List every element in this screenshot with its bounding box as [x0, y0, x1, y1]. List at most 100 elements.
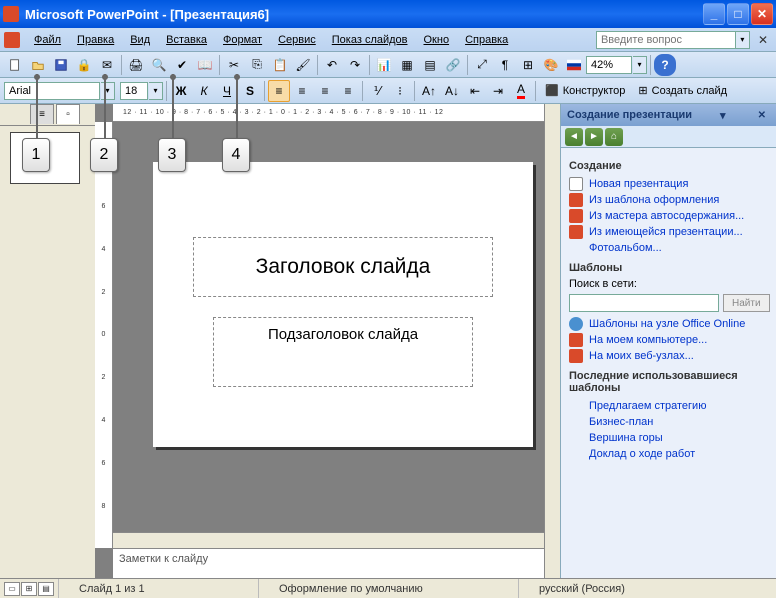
recent-template-3[interactable]: Вершина горы	[569, 430, 768, 446]
grid-icon[interactable]: ⊞	[517, 54, 539, 76]
link-from-template[interactable]: Из шаблона оформления	[569, 192, 768, 208]
flag-icon[interactable]	[563, 54, 585, 76]
open-icon[interactable]	[27, 54, 49, 76]
ask-question-input[interactable]	[596, 31, 736, 49]
computer-icon	[569, 333, 583, 347]
permission-icon[interactable]: 🔒	[73, 54, 95, 76]
mdi-close-button[interactable]: ✕	[754, 33, 772, 47]
preview-icon[interactable]: 🔍	[148, 54, 170, 76]
align-right-icon[interactable]: ≡	[314, 80, 336, 102]
paste-icon[interactable]: 📋	[269, 54, 291, 76]
menu-view[interactable]: Вид	[122, 32, 158, 48]
redo-icon[interactable]: ↷	[344, 54, 366, 76]
recent-template-4[interactable]: Доклад о ходе работ	[569, 446, 768, 462]
minimize-button[interactable]: _	[703, 3, 725, 25]
show-formatting-icon[interactable]: ¶	[494, 54, 516, 76]
nav-forward-icon[interactable]: ►	[585, 128, 603, 146]
notes-pane[interactable]: Заметки к слайду	[113, 548, 544, 578]
slide-canvas[interactable]: Заголовок слайда Подзаголовок слайда	[153, 162, 533, 447]
distributed-icon[interactable]: ≡	[337, 80, 359, 102]
nav-back-icon[interactable]: ◄	[565, 128, 583, 146]
align-left-icon[interactable]: ≡	[268, 80, 290, 102]
shadow-icon[interactable]: S	[239, 80, 261, 102]
numbering-icon[interactable]: ⅟	[366, 80, 388, 102]
template-search-input[interactable]	[569, 294, 719, 312]
template-search-button[interactable]: Найти	[723, 294, 770, 312]
normal-view-button[interactable]: ▭	[4, 582, 20, 596]
link-from-existing[interactable]: Из имеющейся презентации...	[569, 224, 768, 240]
section-create: Создание	[569, 160, 768, 172]
sorter-view-button[interactable]: ⊞	[21, 582, 37, 596]
link-my-sites[interactable]: На моих веб-узлах...	[569, 348, 768, 364]
slides-tab[interactable]: ▫	[56, 104, 80, 124]
control-menu-icon[interactable]	[4, 32, 20, 48]
status-language[interactable]: русский (Россия)	[518, 579, 645, 598]
decrease-font-icon[interactable]: A↓	[441, 80, 463, 102]
bullets-icon[interactable]: ⁝	[389, 80, 411, 102]
email-icon[interactable]: ✉	[96, 54, 118, 76]
font-size-dropdown[interactable]: ▾	[149, 82, 163, 100]
increase-font-icon[interactable]: A↑	[418, 80, 440, 102]
table-icon[interactable]: ▦	[396, 54, 418, 76]
zoom-dropdown[interactable]: ▾	[633, 56, 647, 74]
link-my-computer[interactable]: На моем компьютере...	[569, 332, 768, 348]
cut-icon[interactable]: ✂	[223, 54, 245, 76]
hyperlink-icon[interactable]: 🔗	[442, 54, 464, 76]
new-icon[interactable]	[4, 54, 26, 76]
increase-indent-icon[interactable]: ⇥	[487, 80, 509, 102]
link-new-presentation[interactable]: Новая презентация	[569, 176, 768, 192]
close-button[interactable]: ✕	[751, 3, 773, 25]
subtitle-placeholder[interactable]: Подзаголовок слайда	[213, 317, 473, 387]
maximize-button[interactable]: □	[727, 3, 749, 25]
format-painter-icon[interactable]: 🖌	[292, 54, 314, 76]
save-icon[interactable]	[50, 54, 72, 76]
tables-borders-icon[interactable]: ▤	[419, 54, 441, 76]
undo-icon[interactable]: ↶	[321, 54, 343, 76]
align-center-icon[interactable]: ≡	[291, 80, 313, 102]
outline-tab[interactable]: ≡	[30, 104, 54, 124]
menu-edit[interactable]: Правка	[69, 32, 122, 48]
nav-home-icon[interactable]: ⌂	[605, 128, 623, 146]
spelling-icon[interactable]: ✔	[171, 54, 193, 76]
link-office-online[interactable]: Шаблоны на узле Office Online	[569, 316, 768, 332]
expand-icon[interactable]: ⤢	[471, 54, 493, 76]
window-title: Microsoft PowerPoint - [Презентация6]	[25, 7, 703, 22]
menu-file[interactable]: Файл	[26, 32, 69, 48]
new-slide-icon: ⊞	[638, 84, 647, 97]
menu-slideshow[interactable]: Показ слайдов	[324, 32, 416, 48]
task-pane-close-icon[interactable]: ✕	[754, 110, 770, 121]
menu-insert[interactable]: Вставка	[158, 32, 215, 48]
font-name-input[interactable]	[4, 82, 100, 100]
menu-window[interactable]: Окно	[416, 32, 458, 48]
menu-format[interactable]: Формат	[215, 32, 270, 48]
print-icon[interactable]: 🖨	[125, 54, 147, 76]
vertical-scrollbar[interactable]	[544, 104, 560, 578]
slideshow-view-button[interactable]: ▤	[38, 582, 54, 596]
wizard-icon	[569, 209, 583, 223]
menu-tools[interactable]: Сервис	[270, 32, 324, 48]
copy-icon[interactable]: ⎘	[246, 54, 268, 76]
research-icon[interactable]: 📖	[194, 54, 216, 76]
decrease-indent-icon[interactable]: ⇤	[464, 80, 486, 102]
globe-icon	[569, 317, 583, 331]
title-placeholder[interactable]: Заголовок слайда	[193, 237, 493, 297]
chart-icon[interactable]: 📊	[373, 54, 395, 76]
help-icon[interactable]: ?	[654, 54, 676, 76]
link-photo-album[interactable]: Фотоальбом...	[569, 240, 768, 256]
color-icon[interactable]: 🎨	[540, 54, 562, 76]
horizontal-scrollbar[interactable]	[113, 532, 544, 548]
font-size-input[interactable]	[120, 82, 148, 100]
formatting-toolbar: ▾ ▾ Ж К Ч S ≡ ≡ ≡ ≡ ⅟ ⁝ A↑ A↓ ⇤ ⇥ A ⬛Кон…	[0, 78, 776, 104]
ask-dropdown[interactable]: ▾	[736, 31, 750, 49]
menu-help[interactable]: Справка	[457, 32, 516, 48]
font-color-icon[interactable]: A	[510, 80, 532, 102]
underline-icon[interactable]: Ч	[216, 80, 238, 102]
designer-button[interactable]: ⬛Конструктор	[539, 80, 631, 102]
recent-template-1[interactable]: Предлагаем стратегию	[569, 398, 768, 414]
recent-template-2[interactable]: Бизнес-план	[569, 414, 768, 430]
task-pane-menu-icon[interactable]: ▾	[720, 109, 726, 122]
new-slide-button[interactable]: ⊞Создать слайд	[632, 80, 733, 102]
zoom-input[interactable]	[586, 56, 632, 74]
italic-icon[interactable]: К	[193, 80, 215, 102]
link-from-wizard[interactable]: Из мастера автосодержания...	[569, 208, 768, 224]
